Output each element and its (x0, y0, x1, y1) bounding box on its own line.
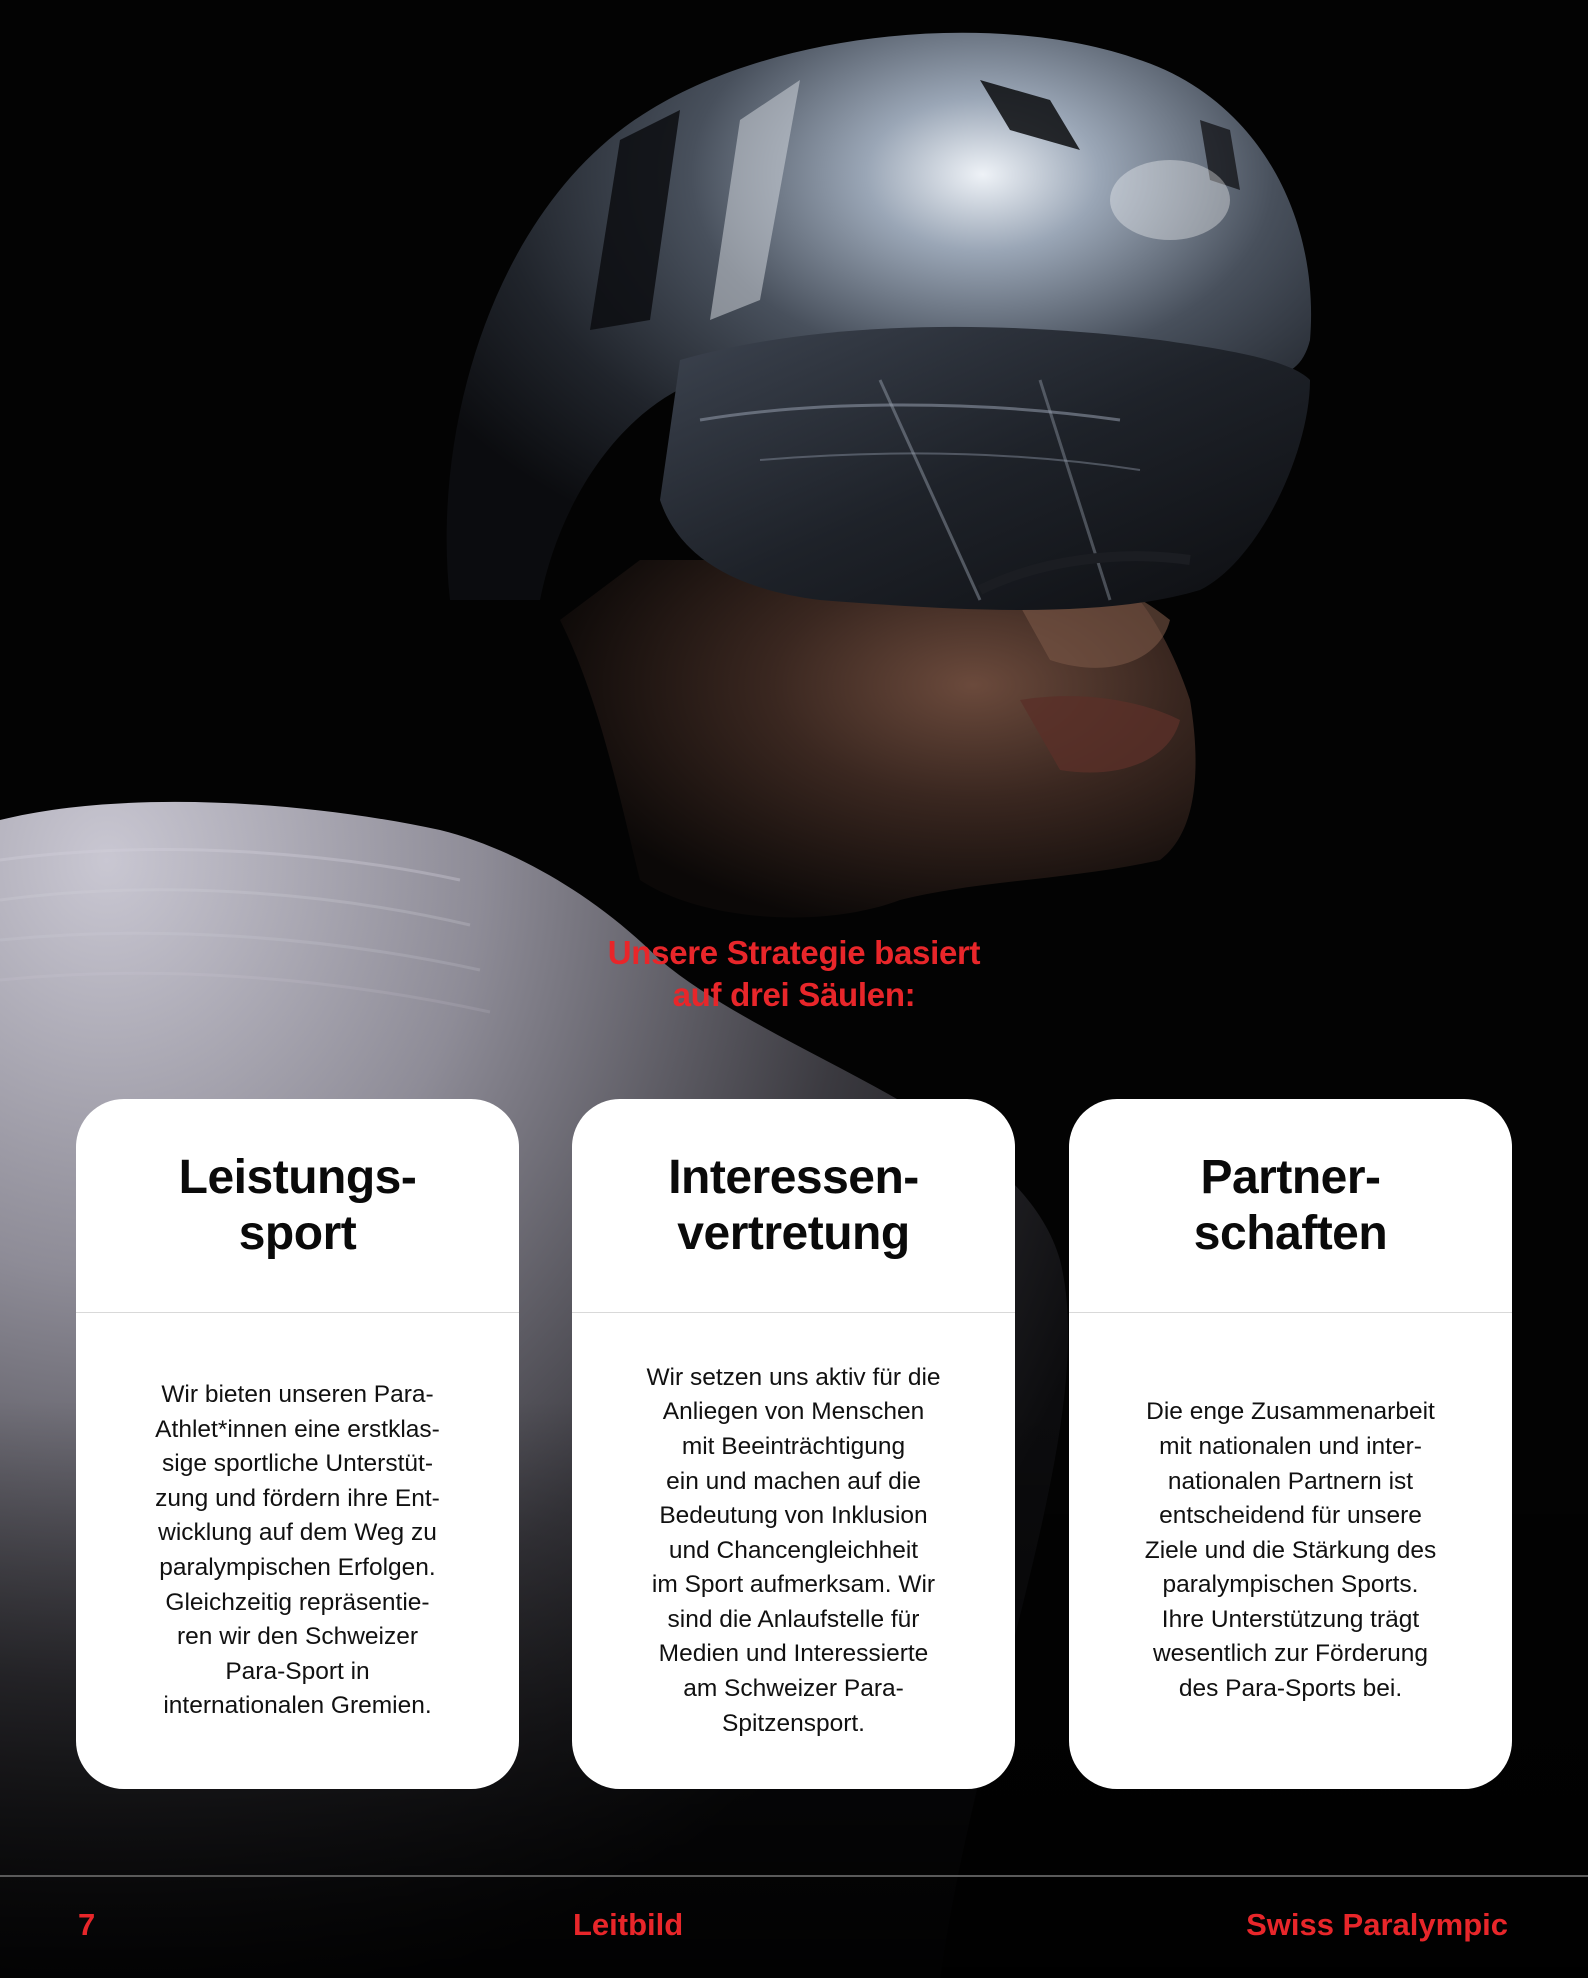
footer-divider (0, 1875, 1588, 1877)
card-text-line: Ziele und die Stärkung des (1144, 1536, 1437, 1564)
card-title-line: Interessen- (668, 1150, 919, 1204)
card-title-line: Partner- (1200, 1150, 1381, 1204)
card-title-line: Leistungs- (178, 1150, 417, 1204)
card-text-line: Gleichzeitig repräsentie- (165, 1588, 430, 1616)
card-text-line: Spitzensport. (721, 1709, 865, 1737)
card-title: Partner- schaften (1193, 1150, 1388, 1262)
card-text-line: im Sport aufmerksam. Wir (651, 1571, 936, 1599)
card-text-line: nationalen Partnern ist (1167, 1467, 1414, 1495)
card-text-line: paralympischen Erfolgen. (159, 1554, 436, 1581)
card-description: Wir bieten unseren Para- Athlet*innen ei… (155, 1378, 440, 1724)
strategy-intro-heading: Unsere Strategie basiert auf drei Säulen… (0, 932, 1588, 1016)
card-header: Leistungs- sport (76, 1099, 519, 1313)
document-page: Unsere Strategie basiert auf drei Säulen… (0, 0, 1588, 1978)
card-text-line: und Chancengleichheit (668, 1536, 919, 1564)
card-body: Wir bieten unseren Para- Athlet*innen ei… (76, 1313, 519, 1789)
card-text-line: mit nationalen und inter- (1159, 1432, 1422, 1460)
card-title-line: schaften (1193, 1206, 1388, 1260)
card-text-line: Die enge Zusammenarbeit (1146, 1398, 1435, 1426)
card-header: Partner- schaften (1069, 1099, 1512, 1313)
intro-line: auf drei Säulen: (672, 976, 916, 1013)
card-title-line: vertretung (677, 1206, 910, 1260)
pillar-card-leistungssport: Leistungs- sport Wir bieten unseren Para… (76, 1099, 519, 1789)
card-text-line: ren wir den Schweizer (176, 1623, 419, 1651)
card-title-line: sport (238, 1206, 357, 1260)
card-text-line: Medien und Interessierte (658, 1640, 929, 1668)
card-text-line: Wir bieten unseren Para- (161, 1381, 434, 1409)
card-description: Die enge Zusammenarbeit mit nationalen u… (1145, 1395, 1436, 1706)
card-text-line: mit Beeinträchtigung (681, 1432, 906, 1460)
card-text-line: Ihre Unterstützung trägt (1161, 1605, 1420, 1633)
card-title: Leistungs- sport (179, 1150, 417, 1262)
card-header: Interessen- vertretung (572, 1099, 1015, 1313)
card-text-line: internationalen Gremien. (163, 1692, 432, 1720)
card-text-line: ein und machen auf die (666, 1467, 921, 1495)
card-description: Wir setzen uns aktiv für die Anliegen vo… (646, 1361, 940, 1742)
footer-brand: Swiss Paralympic (1246, 1907, 1508, 1942)
card-text-line: Bedeutung von Inklusion (659, 1502, 928, 1530)
card-text-line: Anliegen von Menschen (662, 1398, 925, 1426)
card-text-line: sige sportliche Unterstüt- (162, 1450, 433, 1478)
card-text-line: am Schweizer Para- (683, 1675, 904, 1703)
card-text-line: wicklung auf dem Weg zu (158, 1519, 437, 1547)
card-text-line: des Para-Sports bei. (1178, 1675, 1403, 1703)
pillar-card-interessenvertretung: Interessen- vertretung Wir setzen uns ak… (572, 1099, 1015, 1789)
intro-line: Unsere Strategie basiert (607, 934, 981, 971)
card-text-line: entscheidend für unsere (1159, 1502, 1422, 1530)
card-text-line: sind die Anlaufstelle für (667, 1605, 920, 1633)
pillar-card-partnerschaften: Partner- schaften Die enge Zusammenarbei… (1069, 1099, 1512, 1789)
card-text-line: zung und fördern ihre Ent- (155, 1484, 440, 1512)
page-number: 7 (78, 1907, 96, 1942)
card-body: Die enge Zusammenarbeit mit nationalen u… (1069, 1313, 1512, 1789)
card-text-line: wesentlich zur Förderung (1152, 1640, 1429, 1668)
card-body: Wir setzen uns aktiv für die Anliegen vo… (572, 1313, 1015, 1789)
card-text-line: Wir setzen uns aktiv für die (646, 1363, 941, 1391)
card-text-line: Athlet*innen eine erstklas- (155, 1415, 440, 1443)
footer-section-title: Leitbild (573, 1907, 684, 1942)
card-title: Interessen- vertretung (668, 1150, 919, 1262)
card-text-line: paralympischen Sports. (1162, 1571, 1419, 1599)
card-text-line: Para-Sport in (225, 1657, 370, 1685)
